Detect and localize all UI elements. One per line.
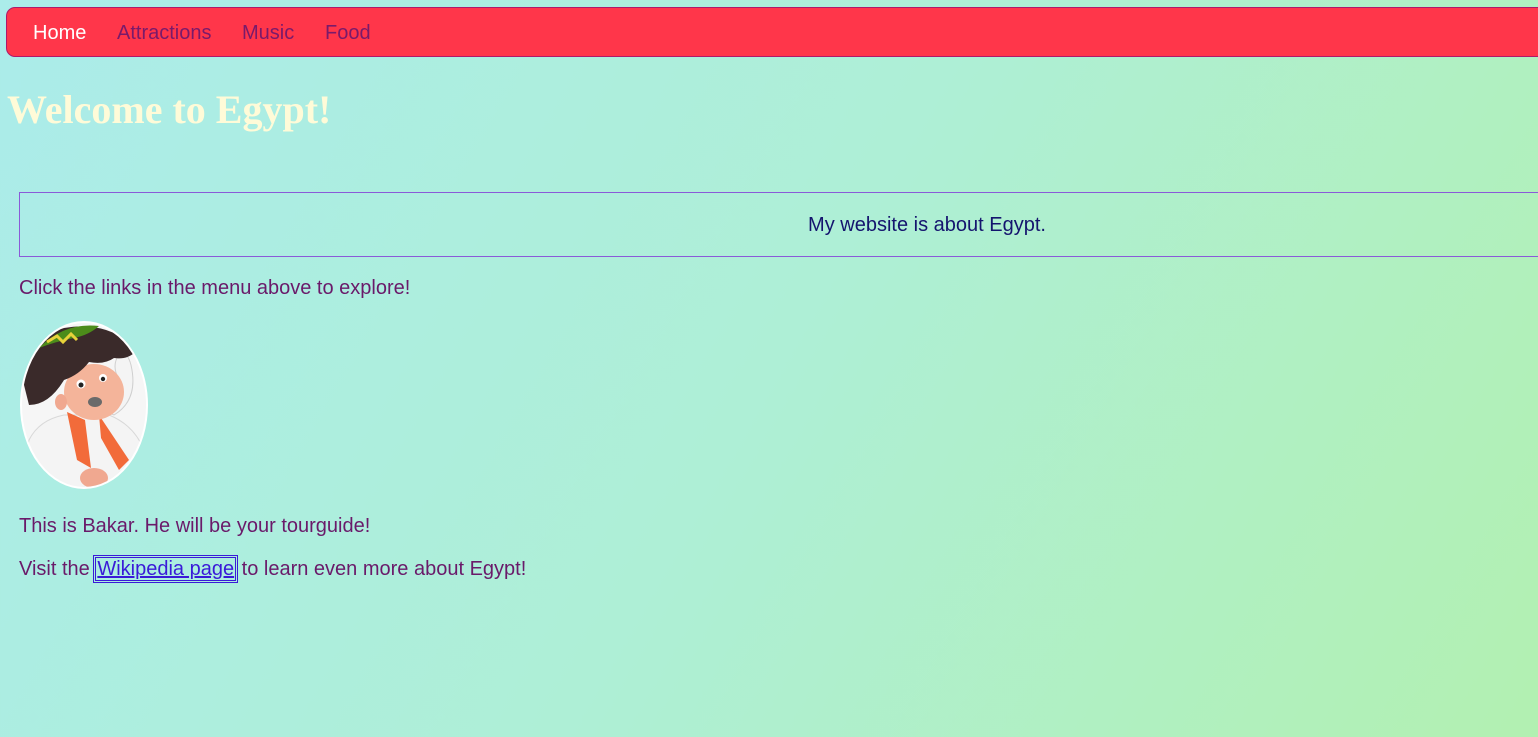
about-box: My website is about Egypt.: [19, 192, 1538, 257]
visit-line: Visit the Wikipedia page to learn even m…: [19, 555, 527, 583]
top-navigation-bar: Home Attractions Music Food: [6, 7, 1538, 57]
explore-text: Click the links in the menu above to exp…: [19, 277, 411, 299]
visit-suffix: to learn even more about Egypt!: [236, 558, 527, 580]
nav-link-attractions[interactable]: Attractions: [117, 21, 211, 45]
nav-link-music[interactable]: Music: [242, 21, 294, 45]
visit-prefix: Visit the: [19, 558, 96, 580]
bakar-avatar-icon: [20, 321, 148, 489]
about-text: My website is about Egypt.: [808, 214, 1046, 236]
nav-link-home[interactable]: Home: [33, 21, 86, 45]
tourguide-text: This is Bakar. He will be your tourguide…: [19, 515, 371, 537]
page-title: Welcome to Egypt!: [7, 87, 332, 132]
nav-link-food[interactable]: Food: [325, 21, 371, 45]
wikipedia-link[interactable]: Wikipedia page: [93, 555, 239, 583]
